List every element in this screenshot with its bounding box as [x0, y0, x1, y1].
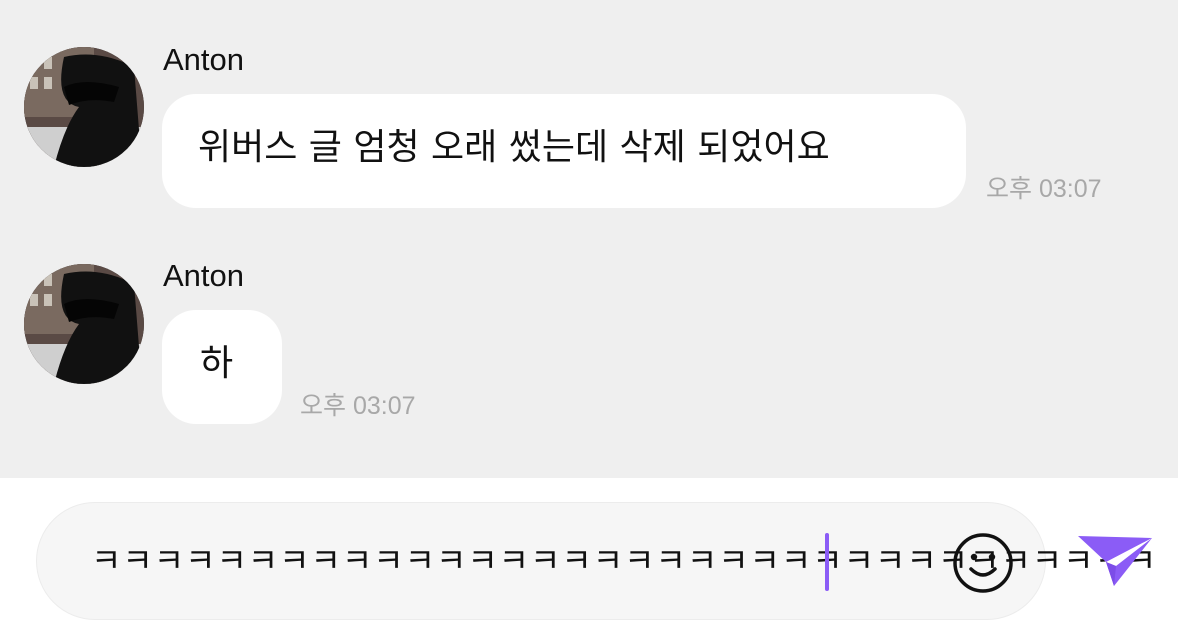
message-composer: ㅋㅋㅋㅋㅋㅋㅋㅋㅋㅋㅋㅋㅋㅋㅋㅋㅋㅋㅋㅋㅋㅋㅋㅋㅋㅋㅋㅋㅋㅋㅋㅋㅋㅋ — [0, 478, 1178, 632]
paper-plane-icon — [1078, 536, 1152, 586]
message-item: Anton 하 오후 03:07 — [0, 0, 1178, 478]
send-button[interactable] — [1076, 532, 1156, 592]
message-input[interactable]: ㅋㅋㅋㅋㅋㅋㅋㅋㅋㅋㅋㅋㅋㅋㅋㅋㅋㅋㅋㅋㅋㅋㅋㅋㅋㅋㅋㅋㅋㅋㅋㅋㅋㅋ — [36, 502, 1156, 620]
avatar[interactable] — [24, 264, 144, 384]
smiley-icon — [953, 533, 1013, 593]
text-cursor — [825, 533, 829, 591]
emoji-button[interactable] — [951, 531, 1015, 595]
message-timestamp: 오후 03:07 — [300, 392, 416, 420]
chat-area: Anton 위버스 글 엄청 오래 썼는데 삭제 되었어요 오후 03:07 A… — [0, 0, 1178, 478]
message-bubble[interactable]: 하 — [162, 310, 282, 424]
avatar-photo — [24, 264, 144, 384]
sender-name: Anton — [163, 258, 245, 293]
